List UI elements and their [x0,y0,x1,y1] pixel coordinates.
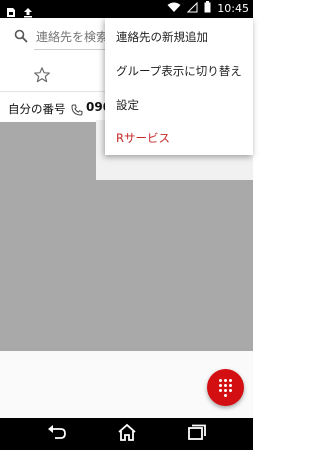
menu-item-add-contact[interactable]: 連絡先の新規追加 [105,21,253,54]
sim-card-icon [6,3,16,22]
my-number-label: 自分の番号 [8,102,66,116]
status-time: 10:45 [217,2,249,15]
menu-item-settings[interactable]: 設定 [105,89,253,122]
overflow-menu: 連絡先の新規追加 グループ表示に切り替え 設定 Rサービス [105,18,253,155]
back-button[interactable] [44,423,70,445]
dialpad-icon [219,378,232,397]
wifi-icon [167,2,181,16]
home-button[interactable] [114,423,140,445]
dialpad-fab-button[interactable] [207,369,244,406]
home-icon [117,423,137,445]
search-input[interactable] [36,24,116,50]
phone-icon [71,101,83,116]
system-nav-bar [0,418,253,450]
recent-apps-icon [187,424,207,444]
tab-favorites[interactable] [22,62,62,90]
recent-apps-button[interactable] [184,423,210,445]
upload-icon [23,3,33,22]
search-icon[interactable] [14,28,28,43]
status-bar: 10:45 [0,0,253,18]
battery-icon [204,1,211,16]
signal-off-icon [187,1,198,16]
menu-item-group-view[interactable]: グループ表示に切り替え [105,55,253,88]
menu-item-r-service[interactable]: Rサービス [105,122,253,155]
back-icon [47,424,67,444]
